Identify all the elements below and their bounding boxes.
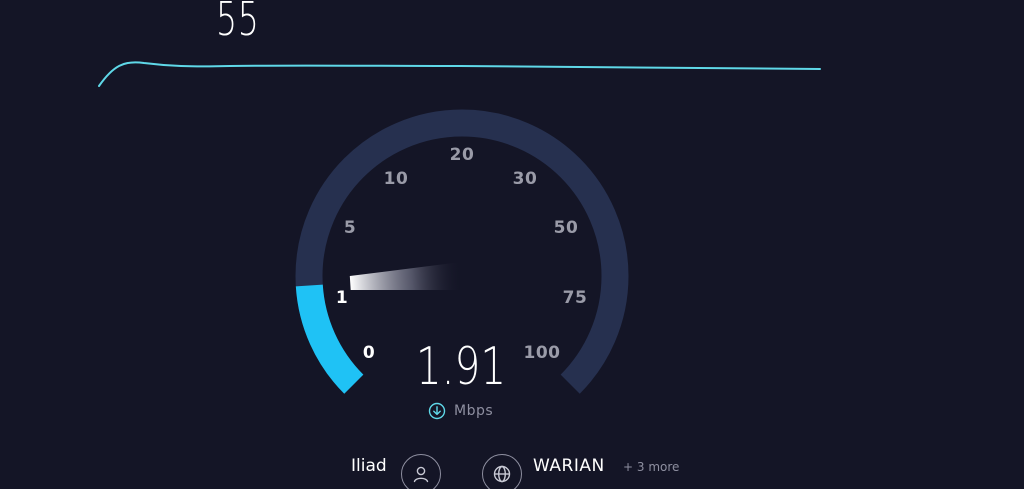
speed-unit-label: Mbps <box>454 403 494 419</box>
ping-trend-line <box>98 61 821 87</box>
gauge-tick-50: 50 <box>553 218 579 238</box>
gauge-tick-1: 1 <box>335 288 349 308</box>
isp-name: Iliad <box>351 456 387 476</box>
gauge-tick-0: 0 <box>362 343 376 363</box>
isp-user-button[interactable] <box>401 454 441 489</box>
download-arrow-icon <box>428 402 446 420</box>
server-name[interactable]: WARIAN <box>533 456 605 476</box>
ping-value: 55 <box>216 0 260 46</box>
gauge-tick-30: 30 <box>512 169 538 189</box>
server-info-row: Iliad WARIAN + 3 more <box>0 450 1024 489</box>
user-icon <box>413 466 429 483</box>
more-servers-link[interactable]: + 3 more <box>623 460 679 474</box>
gauge-tick-100: 100 <box>523 343 561 363</box>
speed-unit-row: Mbps <box>428 402 493 420</box>
speedtest-screen: 55 0 1 5 10 20 30 50 75 100 1.91 Mbps Il… <box>0 0 1024 489</box>
gauge-needle <box>349 262 463 290</box>
gauge-tick-5: 5 <box>343 218 357 238</box>
gauge-graphics <box>98 61 821 394</box>
gauge-tick-20: 20 <box>449 145 475 165</box>
globe-icon <box>493 465 511 483</box>
gauge-tick-75: 75 <box>562 288 588 308</box>
gauge-tick-10: 10 <box>383 169 409 189</box>
server-globe-button[interactable] <box>482 454 522 489</box>
download-speed-value: 1.91 <box>415 337 507 397</box>
